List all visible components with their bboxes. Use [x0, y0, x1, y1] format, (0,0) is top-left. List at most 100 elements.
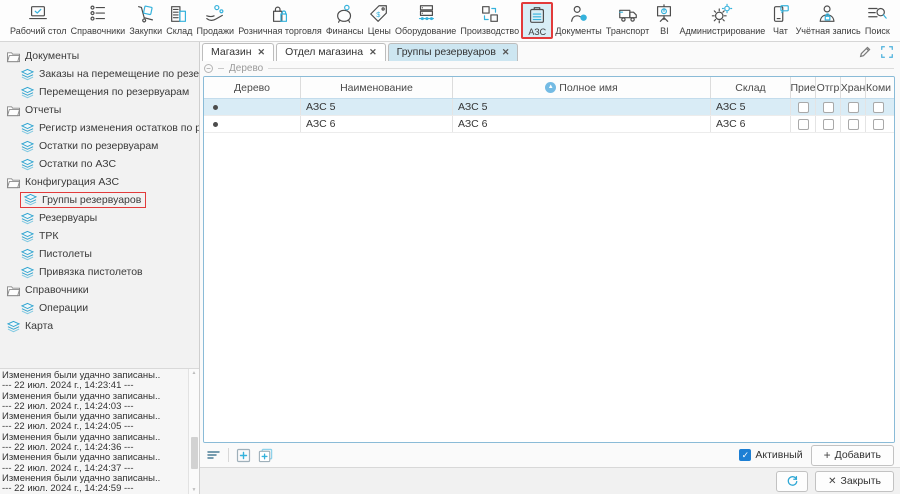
scrollbar-thumb[interactable] — [191, 437, 198, 470]
toolbar-item-Администрирование[interactable]: Администрирование — [677, 2, 767, 37]
toolbar-item-Склад[interactable]: Склад — [164, 2, 194, 37]
sidebar-item-Пистолеты[interactable]: Пистолеты — [0, 245, 199, 263]
tab-Группы резервуаров[interactable]: Группы резервуаров✕ — [388, 43, 519, 61]
toolbar-item-Производство[interactable]: Производство — [458, 2, 521, 37]
row-checkbox[interactable] — [873, 102, 884, 113]
close-button[interactable]: ✕ Закрыть — [815, 471, 894, 492]
folder-icon — [6, 284, 21, 297]
expand-all-icon[interactable] — [258, 448, 273, 463]
tree-item-label: Регистр изменения остатков по резервуара… — [39, 122, 199, 134]
tab-close-icon[interactable]: ✕ — [258, 47, 266, 58]
tree-item-label: Документы — [25, 50, 79, 62]
edit-pencil-icon[interactable] — [858, 45, 872, 59]
toolbar-item-Оборудование[interactable]: Оборудование — [393, 2, 458, 37]
toolbar-item-Рабочий стол[interactable]: Рабочий стол — [8, 2, 69, 37]
refresh-icon — [786, 475, 799, 488]
tree-item-content: Привязка пистолетов — [20, 266, 143, 279]
sidebar-item-Конфигурация АЗС[interactable]: Конфигурация АЗС — [0, 173, 199, 191]
documents-icon — [568, 3, 590, 25]
azs-icon — [526, 4, 548, 26]
sidebar-item-Остатки по резервуарам[interactable]: Остатки по резервуарам — [0, 137, 199, 155]
cell-checkbox — [866, 99, 891, 115]
sidebar-item-Перемещения по резервуарам[interactable]: Перемещения по резервуарам — [0, 83, 199, 101]
sidebar-item-Резервуары[interactable]: Резервуары — [0, 209, 199, 227]
cell-warehouse: АЗС 5 — [711, 99, 791, 115]
toolbar-item-Чат[interactable]: Чат — [767, 2, 793, 37]
row-checkbox[interactable] — [873, 119, 884, 130]
table-header: ДеревоНаименование▲Полное имяСкладПриеОт… — [204, 77, 894, 99]
tab-close-icon[interactable]: ✕ — [502, 47, 510, 58]
fullscreen-icon[interactable] — [880, 45, 894, 59]
tree-item-label: Остатки по АЗС — [39, 158, 116, 170]
sidebar-item-Справочники[interactable]: Справочники — [0, 281, 199, 299]
toolbar-item-Продажи[interactable]: Продажи — [194, 2, 236, 37]
column-header-label: Прие — [791, 82, 816, 94]
sidebar-item-Остатки по АЗС[interactable]: Остатки по АЗС — [0, 155, 199, 173]
row-checkbox[interactable] — [798, 102, 809, 113]
tree-node-bullet-icon[interactable] — [213, 105, 218, 110]
column-header-Хран[interactable]: Хран — [841, 77, 866, 98]
column-header-Наименование[interactable]: Наименование — [301, 77, 453, 98]
sidebar-item-Карта[interactable]: Карта — [0, 317, 199, 335]
row-checkbox[interactable] — [823, 119, 834, 130]
tree-item-content: Перемещения по резервуарам — [20, 86, 189, 99]
column-header-Полное имя[interactable]: ▲Полное имя — [453, 77, 711, 98]
toolbar-item-Транспорт[interactable]: Транспорт — [604, 2, 651, 37]
filter-icon[interactable] — [206, 448, 221, 463]
toolbar-item-Финансы[interactable]: Финансы — [324, 2, 366, 37]
refresh-button[interactable] — [776, 471, 808, 492]
toolbar-item-label: Производство — [460, 26, 519, 36]
add-button[interactable]: + Добавить — [811, 445, 894, 466]
scroll-down-icon[interactable]: ▼ — [189, 487, 199, 493]
toolbar-item-Цены[interactable]: $Цены — [366, 2, 393, 37]
toolbar-item-Справочники[interactable]: Справочники — [69, 2, 128, 37]
column-header-Склад[interactable]: Склад — [711, 77, 791, 98]
toolbar-item-Учётная запись[interactable]: Учётная запись — [794, 2, 863, 37]
sidebar-item-Заказы на перемещение по резервуарам[interactable]: Заказы на перемещение по резервуарам — [0, 65, 199, 83]
log-scrollbar[interactable]: ▲ ▼ — [188, 369, 199, 494]
toolbar-item-BI[interactable]: BI — [651, 2, 677, 37]
toolbar-item-Документы[interactable]: Документы — [553, 2, 603, 37]
layers-icon — [20, 122, 35, 135]
row-checkbox[interactable] — [848, 102, 859, 113]
row-checkbox[interactable] — [798, 119, 809, 130]
finance-icon — [334, 3, 356, 25]
toolbar-item-АЗС[interactable]: АЗС — [521, 2, 553, 39]
toolbar-item-label: BI — [660, 26, 669, 36]
sidebar-item-Привязка пистолетов[interactable]: Привязка пистолетов — [0, 263, 199, 281]
column-header-Прие[interactable]: Прие — [791, 77, 816, 98]
tab-close-icon[interactable]: ✕ — [369, 47, 377, 58]
tab-Магазин[interactable]: Магазин✕ — [202, 43, 274, 61]
table-row[interactable]: АЗС 6АЗС 6АЗС 6 — [204, 116, 894, 133]
collapse-icon[interactable]: − — [204, 64, 213, 73]
sidebar-item-Группы резервуаров[interactable]: Группы резервуаров — [0, 191, 199, 209]
tree-item-label: Справочники — [25, 284, 89, 296]
table-row[interactable]: АЗС 5АЗС 5АЗС 5 — [204, 99, 894, 116]
sidebar-item-Операции[interactable]: Операции — [0, 299, 199, 317]
tree-node-bullet-icon[interactable] — [213, 122, 218, 127]
column-header-Коми[interactable]: Коми — [866, 77, 891, 98]
expand-node-icon[interactable] — [236, 448, 251, 463]
column-header-Дерево[interactable]: Дерево — [204, 77, 301, 98]
active-checkbox[interactable]: ✓ Активный — [739, 449, 802, 461]
scroll-up-icon[interactable]: ▲ — [189, 370, 199, 376]
checkbox-checked-icon[interactable]: ✓ — [739, 449, 751, 461]
log-timestamp: --- 22 июл. 2024 г., 14:24:59 --- — [2, 484, 187, 494]
sidebar-item-Регистр изменения остатков по резервуарам[interactable]: Регистр изменения остатков по резервуара… — [0, 119, 199, 137]
toolbar-item-label: Цены — [368, 26, 391, 36]
toolbar-item-Розничная торговля[interactable]: Розничная торговля — [236, 2, 324, 37]
production-icon — [479, 3, 501, 25]
toolbar-item-Закупки[interactable]: Закупки — [127, 2, 164, 37]
row-checkbox[interactable] — [848, 119, 859, 130]
retail-icon — [269, 3, 291, 25]
column-header-Отгр[interactable]: Отгр — [816, 77, 841, 98]
sidebar-item-Документы[interactable]: Документы — [0, 47, 199, 65]
sidebar-item-Отчеты[interactable]: Отчеты — [0, 101, 199, 119]
sort-ascending-icon: ▲ — [545, 82, 556, 93]
row-checkbox[interactable] — [823, 102, 834, 113]
sidebar-item-ТРК[interactable]: ТРК — [0, 227, 199, 245]
tab-Отдел магазина[interactable]: Отдел магазина✕ — [276, 43, 386, 61]
tree-item-label: Перемещения по резервуарам — [39, 86, 189, 98]
tree-item-label: Отчеты — [25, 104, 61, 116]
toolbar-item-Поиск[interactable]: Поиск — [863, 2, 892, 37]
